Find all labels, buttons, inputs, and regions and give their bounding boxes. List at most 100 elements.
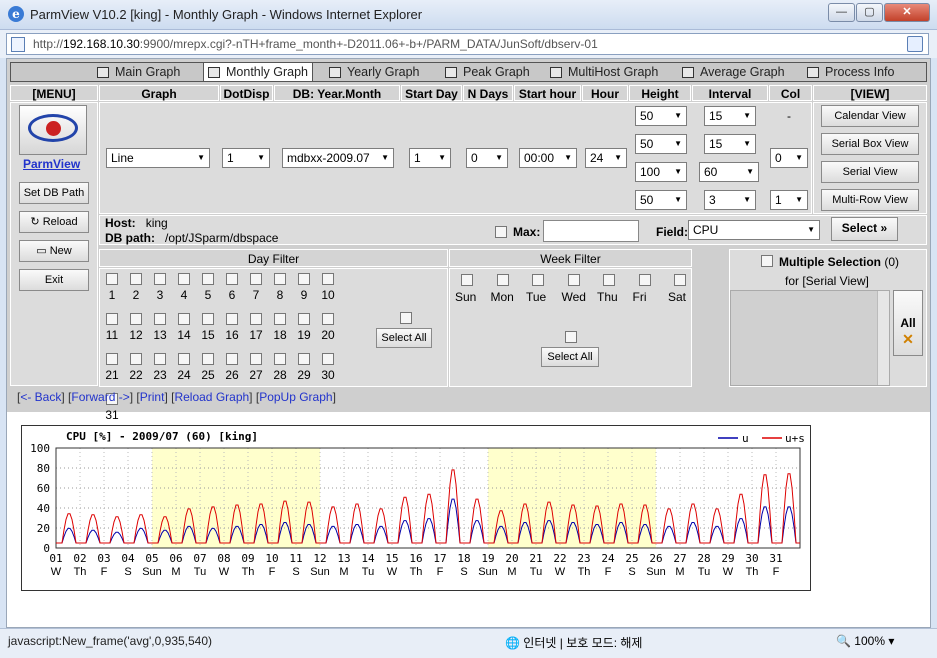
popup-graph-link[interactable]: PopUp Graph <box>259 390 332 404</box>
starthour-select[interactable]: 00:00 <box>519 148 577 168</box>
day-checkbox[interactable] <box>274 313 286 325</box>
day-checkbox[interactable] <box>250 353 262 365</box>
startday-select[interactable]: 1 <box>409 148 451 168</box>
height-select-2[interactable]: 50 <box>635 134 687 154</box>
field-select[interactable]: CPU <box>688 220 820 240</box>
day-checkbox[interactable] <box>178 313 190 325</box>
weekday-checkbox[interactable] <box>638 274 651 286</box>
serial-view-button[interactable]: Serial View <box>821 161 919 183</box>
col-select-2[interactable]: 0 <box>770 148 808 168</box>
day-checkbox[interactable] <box>298 273 310 285</box>
back-link[interactable]: <- Back <box>20 390 61 404</box>
day-select-all-checkbox[interactable] <box>400 312 412 324</box>
day-number: 24 <box>177 368 191 382</box>
tab-main-graph[interactable]: Main Graph <box>97 63 180 81</box>
day-checkbox[interactable] <box>226 353 238 365</box>
tab-peak-graph[interactable]: Peak Graph <box>445 63 530 81</box>
x-tick-label: 02 <box>73 552 86 565</box>
day-checkbox[interactable] <box>154 353 166 365</box>
forward-link[interactable]: Forward -> <box>71 390 129 404</box>
day-checkbox[interactable] <box>226 273 238 285</box>
hour-select[interactable]: 24 <box>585 148 627 168</box>
reload-graph-link[interactable]: Reload Graph <box>174 390 249 404</box>
interval-select-2[interactable]: 15 <box>704 134 756 154</box>
maximize-button[interactable]: ▢ <box>856 3 883 22</box>
col-select-3[interactable]: 1 <box>770 190 808 210</box>
multi-row-view-button[interactable]: Multi-Row View <box>821 189 919 211</box>
compatibility-icon[interactable] <box>907 36 923 52</box>
ndays-select[interactable]: 0 <box>466 148 508 168</box>
day-checkbox[interactable] <box>298 313 310 325</box>
day-checkbox[interactable] <box>106 273 118 285</box>
zoom-level[interactable]: 🔍 100% ▾ <box>836 634 894 648</box>
max-input[interactable] <box>543 220 639 242</box>
week-select-all-button[interactable]: Select All <box>541 347 599 367</box>
host-value: king <box>145 216 168 230</box>
day-checkbox[interactable] <box>226 313 238 325</box>
weekday-tick-label: Tu <box>698 566 710 578</box>
day-checkbox[interactable] <box>154 273 166 285</box>
weekday-checkbox[interactable] <box>603 274 615 286</box>
minimize-button[interactable]: — <box>828 3 855 22</box>
db-select[interactable]: mdbxx-2009.07 <box>282 148 394 168</box>
day-select-all-button[interactable]: Select All <box>376 328 432 348</box>
day-checkbox[interactable] <box>178 353 190 365</box>
day-checkbox[interactable] <box>154 313 166 325</box>
calendar-view-button[interactable]: Calendar View <box>821 105 919 127</box>
interval-select-1[interactable]: 15 <box>704 106 756 126</box>
close-button[interactable]: ✕ <box>884 3 930 22</box>
serial-box-view-button[interactable]: Serial Box View <box>821 133 919 155</box>
parmview-link[interactable]: ParmView <box>23 157 80 171</box>
tab-multihost-graph[interactable]: MultiHost Graph <box>550 63 658 81</box>
weekday-checkbox[interactable] <box>461 274 473 286</box>
day-checkbox[interactable] <box>202 313 214 325</box>
scrollbar[interactable] <box>877 291 889 385</box>
tab-process-info[interactable]: Process Info <box>807 63 894 81</box>
dotdisp-select[interactable]: 1 <box>222 148 270 168</box>
day-checkbox[interactable] <box>202 273 214 285</box>
day-checkbox[interactable] <box>250 313 262 325</box>
height-select-3[interactable]: 100 <box>635 162 687 182</box>
day-checkbox[interactable] <box>298 353 310 365</box>
day-checkbox[interactable] <box>322 273 334 285</box>
serial-list-box[interactable] <box>730 290 890 386</box>
tab-yearly-graph[interactable]: Yearly Graph <box>329 63 420 81</box>
day-checkbox[interactable] <box>274 273 286 285</box>
day-number: 22 <box>129 368 143 382</box>
interval-select-4[interactable]: 3 <box>704 190 756 210</box>
tab-average-graph[interactable]: Average Graph <box>682 63 785 81</box>
weekday-checkbox[interactable] <box>674 274 686 286</box>
week-select-all-checkbox[interactable] <box>565 331 577 343</box>
day-checkbox[interactable] <box>106 353 118 365</box>
address-input[interactable]: http://192.168.10.30:9900/mrepx.cgi?-nTH… <box>6 33 929 55</box>
day-checkbox[interactable] <box>130 353 142 365</box>
select-button[interactable]: Select » <box>831 217 898 241</box>
day-checkbox[interactable] <box>250 273 262 285</box>
set-db-path-button[interactable]: Set DB Path <box>19 182 89 204</box>
interval-select-3[interactable]: 60 <box>699 162 759 182</box>
all-button[interactable]: All ✕ <box>893 290 923 356</box>
parmview-logo[interactable] <box>19 105 87 155</box>
reload-button[interactable]: ↻ Reload <box>19 211 89 233</box>
multiple-selection-checkbox[interactable] <box>761 255 773 267</box>
day-checkbox[interactable] <box>322 313 334 325</box>
graph-select[interactable]: Line <box>106 148 210 168</box>
weekday-checkbox[interactable] <box>496 274 509 286</box>
max-checkbox[interactable] <box>495 226 507 238</box>
weekday-checkbox[interactable] <box>532 274 544 286</box>
exit-button[interactable]: Exit <box>19 269 89 291</box>
day-checkbox[interactable] <box>130 273 142 285</box>
height-select-1[interactable]: 50 <box>635 106 687 126</box>
day-checkbox[interactable] <box>106 313 118 325</box>
ie-icon: e <box>8 6 24 22</box>
day-checkbox[interactable] <box>178 273 190 285</box>
day-checkbox[interactable] <box>322 353 334 365</box>
weekday-checkbox[interactable] <box>567 274 580 286</box>
day-checkbox[interactable] <box>130 313 142 325</box>
tab-monthly-graph[interactable]: Monthly Graph <box>203 62 313 82</box>
print-link[interactable]: Print <box>140 390 165 404</box>
new-button[interactable]: ▭ New <box>19 240 89 262</box>
day-checkbox[interactable] <box>274 353 286 365</box>
day-checkbox[interactable] <box>202 353 214 365</box>
height-select-4[interactable]: 50 <box>635 190 687 210</box>
